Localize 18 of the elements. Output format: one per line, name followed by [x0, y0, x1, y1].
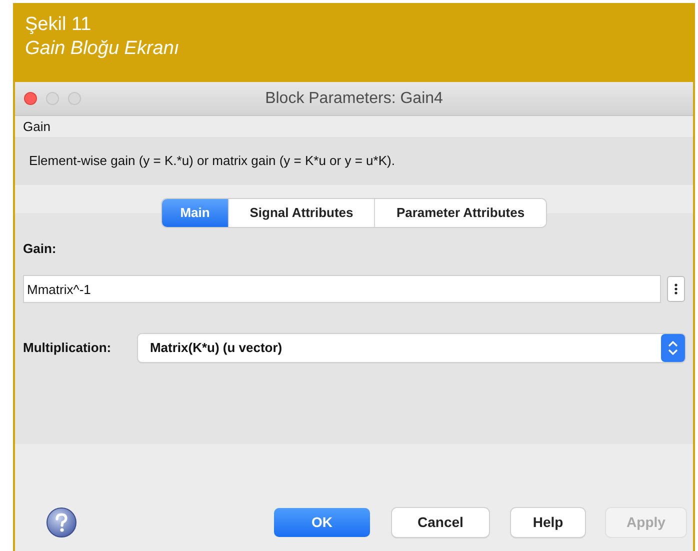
figure-caption: Gain Bloğu Ekranı — [25, 37, 180, 61]
updown-chevron-icon — [661, 334, 685, 362]
gain-field[interactable]: Mmatrix^-1 — [23, 275, 662, 303]
multiplication-dropdown[interactable]: Matrix(K*u) (u vector) — [138, 334, 685, 362]
close-button[interactable] — [24, 92, 37, 105]
dialog-button[interactable]: Help — [511, 508, 585, 536]
dialog-button[interactable]: OK — [274, 508, 370, 536]
block-type-label: Gain — [23, 118, 50, 136]
help-icon[interactable] — [46, 506, 77, 538]
figure-number: Şekil 11 — [25, 13, 92, 37]
gain-label: Gain: — [23, 241, 58, 257]
multiplication-label: Multiplication: — [23, 339, 112, 358]
more-options-button[interactable] — [667, 276, 685, 302]
tab[interactable]: Parameter Attributes — [374, 199, 546, 227]
more-icon — [674, 283, 678, 295]
window-title: Block Parameters: Gain4 — [265, 88, 443, 108]
description-text: Element-wise gain (y = K.*u) or matrix gain (y = K*u or y = u*K). — [29, 152, 395, 170]
dialog-button[interactable]: Cancel — [392, 508, 489, 536]
